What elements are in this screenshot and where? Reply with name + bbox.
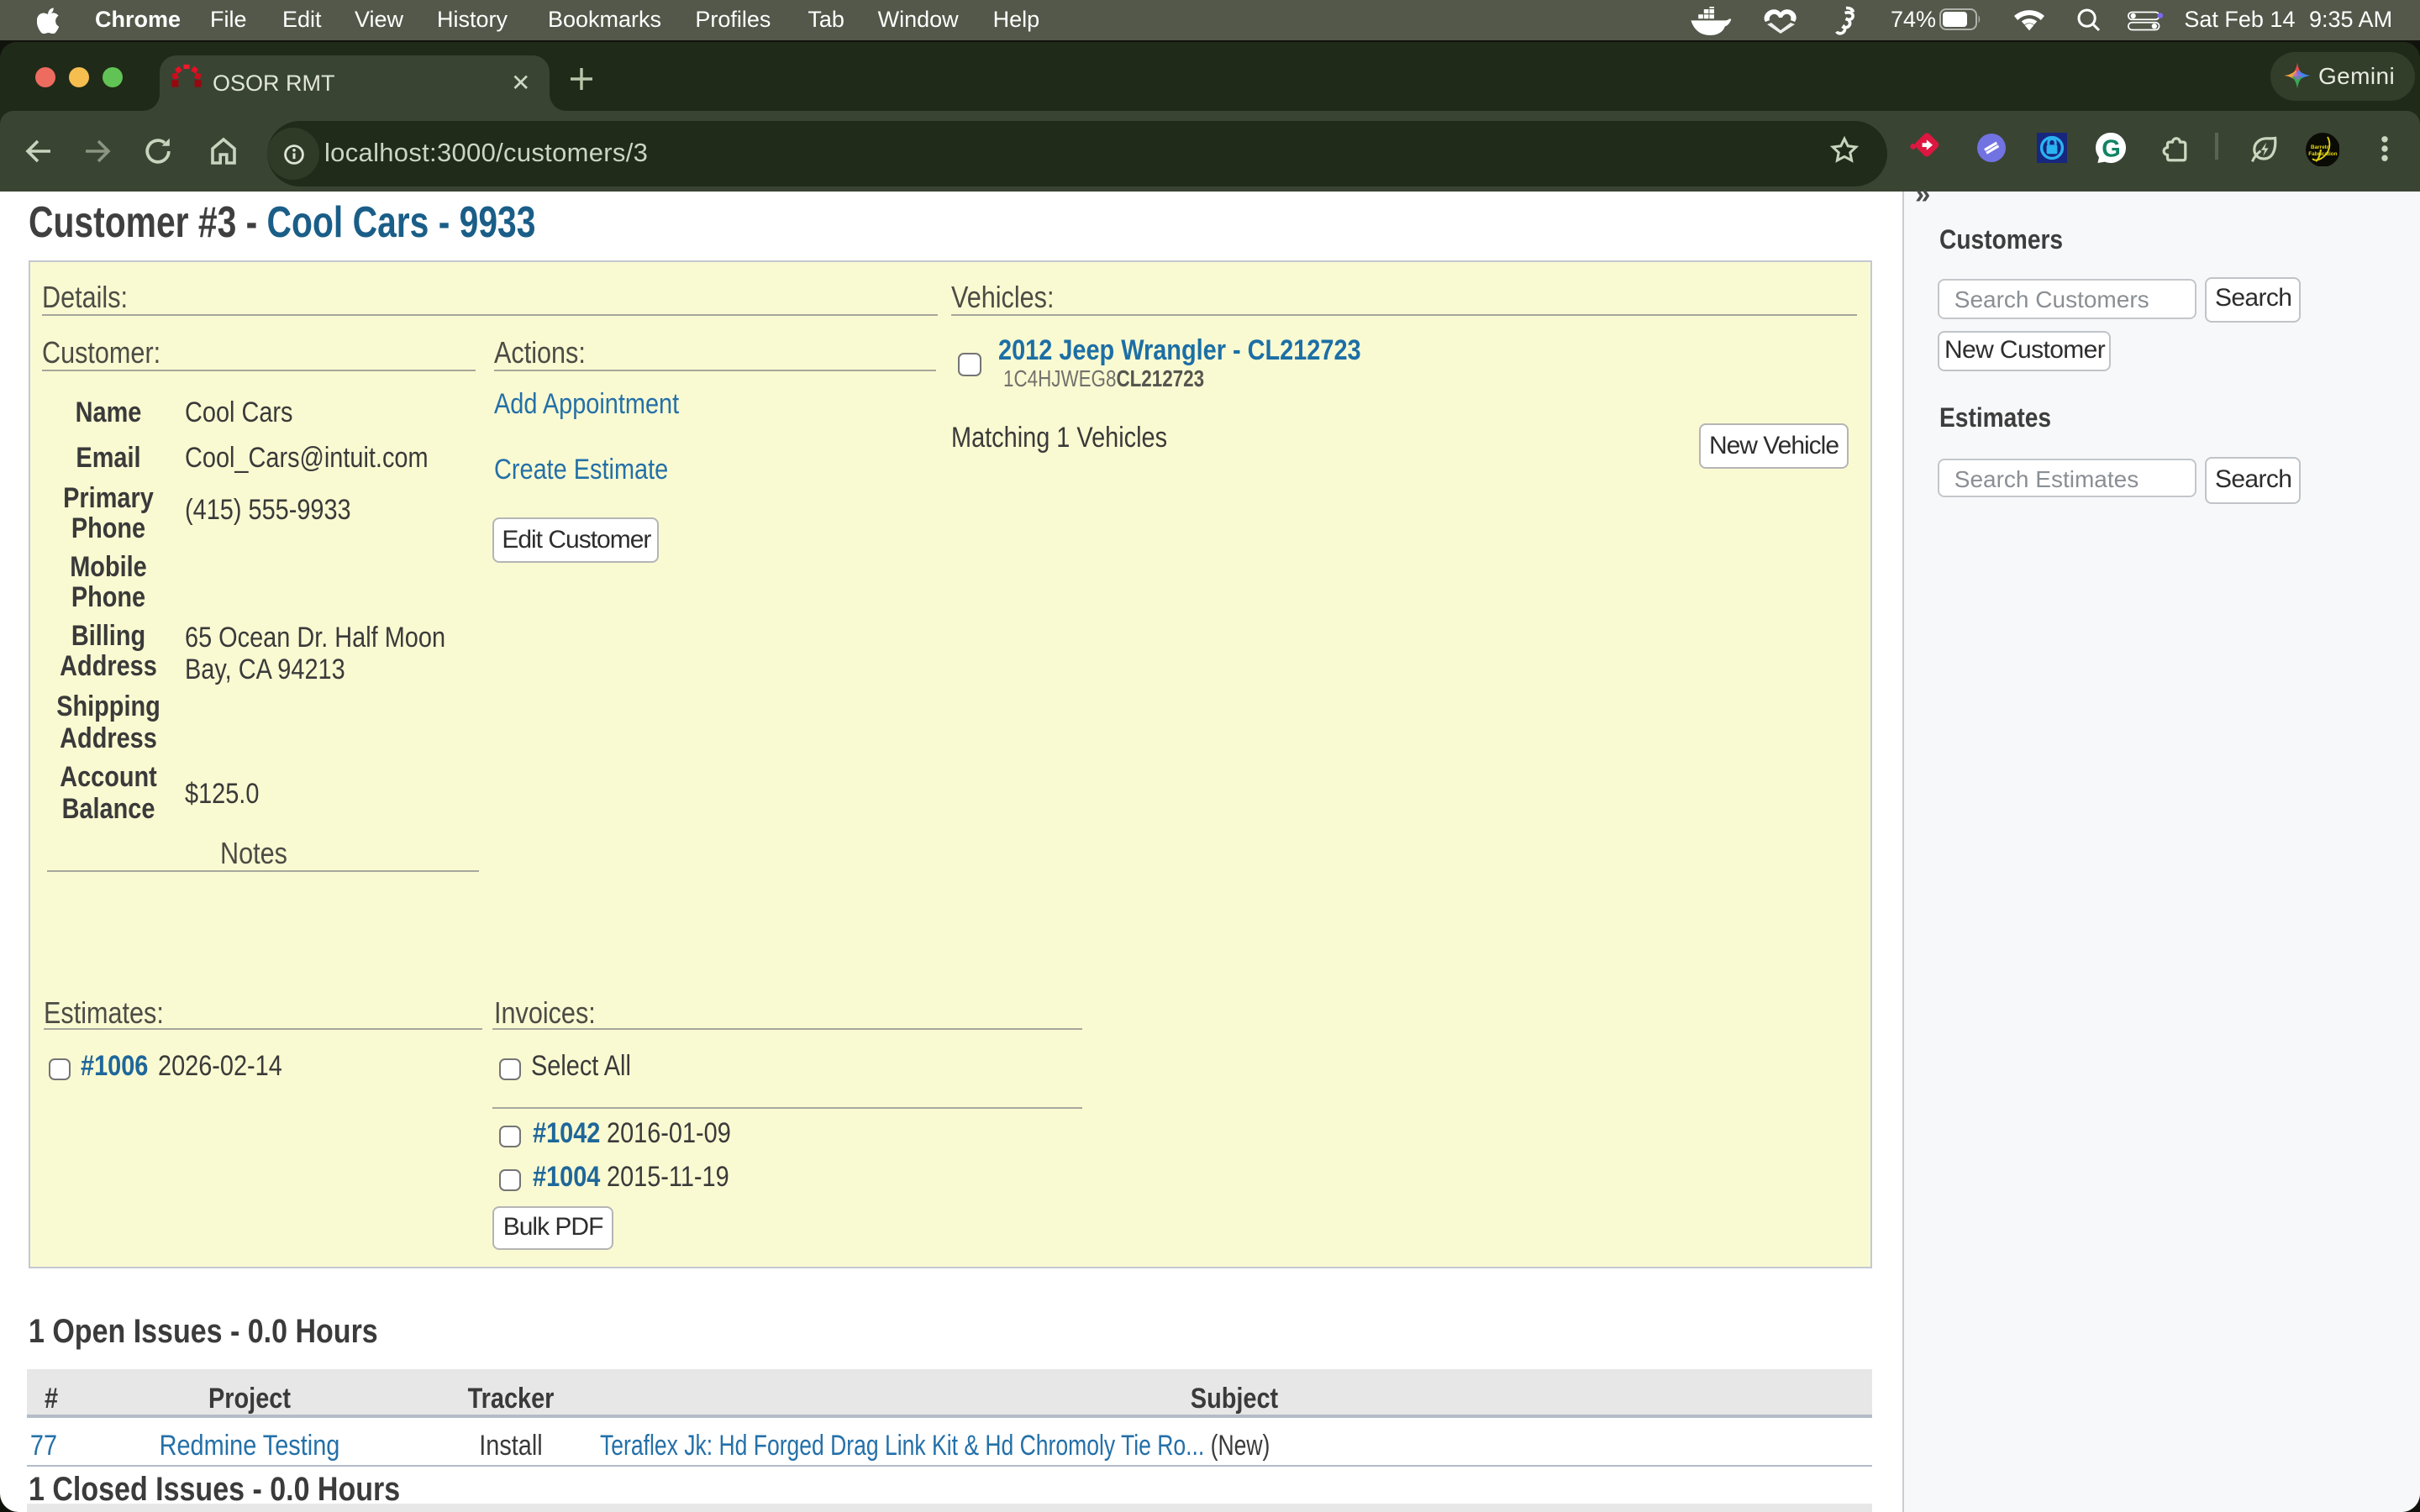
svg-text:Fabrication: Fabrication [2308, 150, 2337, 156]
svg-text:G: G [2102, 135, 2121, 162]
